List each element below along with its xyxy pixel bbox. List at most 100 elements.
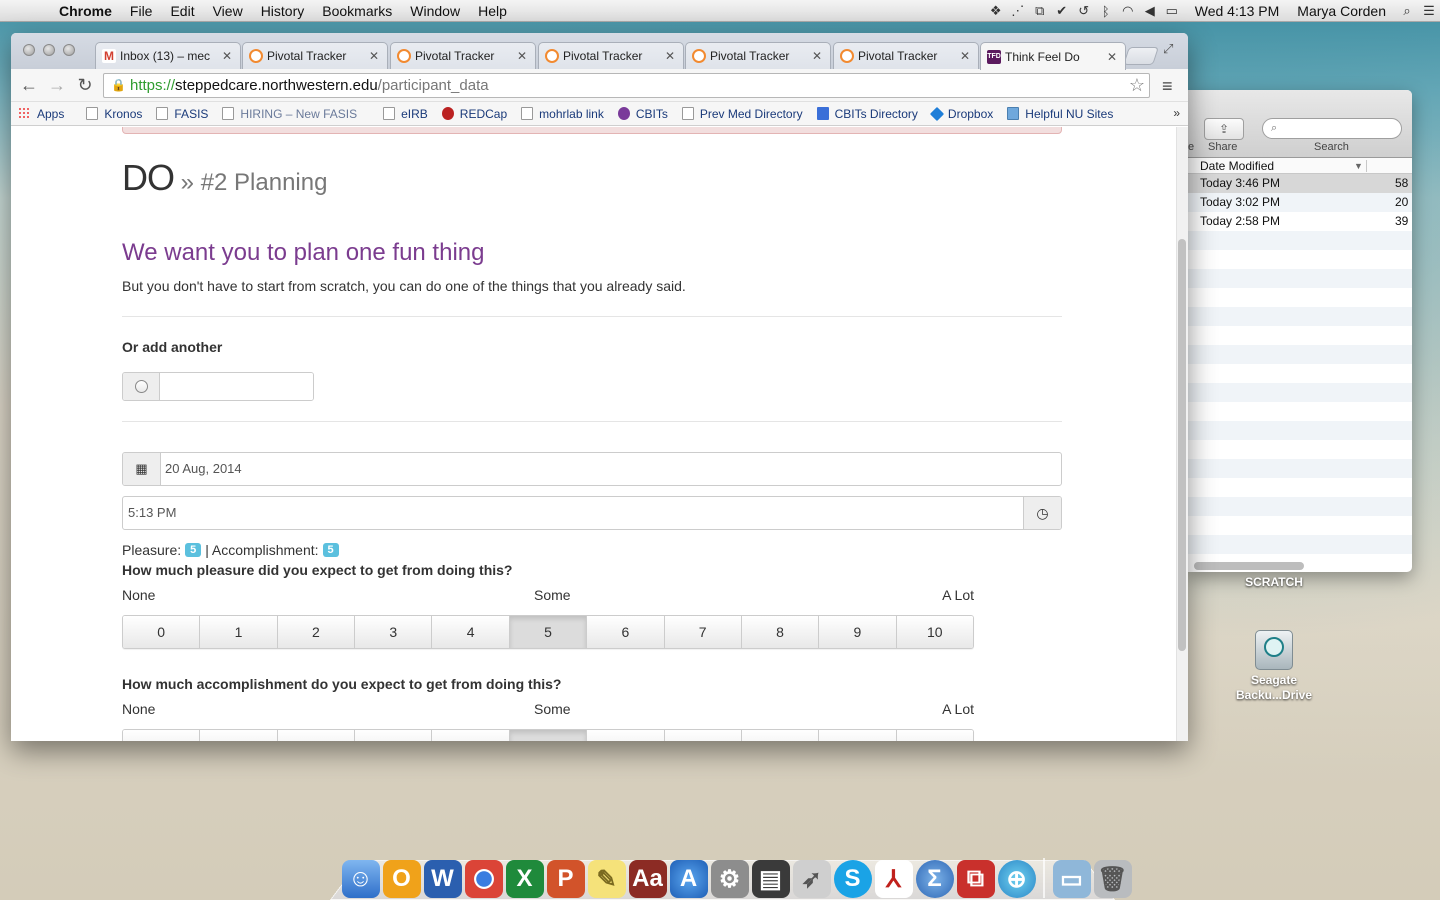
accomplishment-option-4[interactable]: 4 — [432, 730, 510, 741]
bookmark-kronos[interactable]: Kronos — [79, 107, 149, 121]
downloads-folder-icon[interactable]: ▭ — [1052, 860, 1091, 898]
accomplishment-option-8[interactable]: 8 — [741, 730, 820, 741]
close-tab-icon[interactable]: ✕ — [1107, 50, 1117, 64]
accomplishment-option-6[interactable]: 6 — [587, 730, 665, 741]
tab-gmail[interactable]: M Inbox (13) – mec ✕ — [95, 42, 241, 69]
network-globe-icon[interactable]: ⊕ — [997, 860, 1036, 898]
accomplishment-option-10[interactable]: 10 — [896, 730, 973, 741]
bookmarks-overflow-icon[interactable]: » — [1173, 106, 1180, 120]
close-tab-icon[interactable]: ✕ — [517, 49, 527, 63]
menu-app-name[interactable]: Chrome — [50, 0, 121, 22]
spotlight-search-icon[interactable]: ⌕ — [1396, 3, 1418, 19]
menu-clock[interactable]: Wed 4:13 PM — [1183, 3, 1288, 19]
address-bar[interactable]: 🔒 https://steppedcare.northwestern.edu/p… — [103, 73, 1150, 98]
menu-history[interactable]: History — [252, 0, 314, 22]
close-tab-icon[interactable]: ✕ — [665, 49, 675, 63]
tab-pivotal-tracker[interactable]: Pivotal Tracker ✕ — [833, 42, 979, 69]
add-another-radio[interactable] — [123, 373, 160, 400]
bookmark-dropbox[interactable]: Dropbox — [925, 106, 1000, 121]
word-icon[interactable]: W — [423, 860, 462, 898]
parallels-icon[interactable]: ⧉ — [956, 860, 995, 898]
wifi-icon[interactable]: ◠ — [1117, 3, 1139, 19]
menu-file[interactable]: File — [121, 0, 162, 22]
close-tab-icon[interactable]: ✕ — [960, 49, 970, 63]
menu-window[interactable]: Window — [401, 0, 469, 22]
calendar-icon[interactable]: ▦ — [123, 453, 161, 485]
forward-arrow-icon[interactable]: → — [47, 75, 67, 95]
bookmark-helpful-nu[interactable]: Helpful NU Sites — [1000, 107, 1120, 121]
bookmark-redcap[interactable]: REDCap — [435, 107, 514, 121]
accomplishment-option-0[interactable]: 0 — [123, 730, 201, 741]
dictionary-icon[interactable]: Aa — [628, 860, 667, 898]
chrome-icon[interactable] — [464, 860, 503, 898]
reload-icon[interactable]: ↻ — [75, 75, 95, 95]
bookmark-cbits[interactable]: CBITs — [611, 107, 675, 121]
accomplishment-option-7[interactable]: 7 — [664, 730, 742, 741]
stickies-icon[interactable]: ✎ — [587, 860, 626, 898]
minimize-window-button[interactable] — [43, 44, 55, 56]
finder-row[interactable]: Today 3:02 PM 20 — [1188, 193, 1412, 212]
bookmark-star-icon[interactable]: ☆ — [1129, 74, 1145, 97]
signal-status-icon[interactable]: ⋰ — [1007, 3, 1029, 19]
date-field[interactable]: ▦ 20 Aug, 2014 — [122, 452, 1062, 486]
pleasure-option-6[interactable]: 6 — [587, 616, 665, 648]
bookmark-fasis[interactable]: FASIS — [149, 107, 215, 121]
new-tab-button[interactable] — [1123, 47, 1159, 65]
finder-column-header[interactable]: Date Modified ▼ — [1188, 158, 1412, 174]
menu-bookmarks[interactable]: Bookmarks — [313, 0, 401, 22]
pleasure-option-7[interactable]: 7 — [664, 616, 742, 648]
pleasure-option-4[interactable]: 4 — [432, 616, 510, 648]
activity-monitor-icon[interactable]: ▤ — [751, 860, 790, 898]
bookmark-cbits-directory[interactable]: CBITs Directory — [810, 107, 925, 121]
menu-edit[interactable]: Edit — [161, 0, 203, 22]
finder-icon[interactable]: ☺ — [341, 860, 380, 898]
zoom-window-button[interactable] — [63, 44, 75, 56]
bluetooth-icon[interactable]: ᛒ — [1095, 4, 1117, 19]
skype-icon[interactable]: S — [833, 860, 872, 898]
notification-list-icon[interactable]: ☰ — [1418, 3, 1440, 19]
tab-pivotal-tracker[interactable]: Pivotal Tracker ✕ — [538, 42, 684, 69]
finder-share-button[interactable]: ⇪ — [1204, 118, 1244, 140]
pleasure-option-8[interactable]: 8 — [741, 616, 820, 648]
close-tab-icon[interactable]: ✕ — [222, 49, 232, 63]
tab-think-feel-do[interactable]: TFD Think Feel Do ✕ — [980, 42, 1126, 70]
finder-search-input[interactable]: ⌕ — [1262, 118, 1402, 139]
bookmark-hiring[interactable]: HIRING – New FASIS — [215, 107, 364, 121]
bookmark-prev-med[interactable]: Prev Med Directory — [675, 107, 810, 121]
trash-icon[interactable]: 🗑 — [1093, 860, 1132, 898]
menu-view[interactable]: View — [204, 0, 252, 22]
pleasure-option-1[interactable]: 1 — [200, 616, 278, 648]
outlook-icon[interactable]: O — [382, 860, 421, 898]
system-preferences-icon[interactable]: ⚙ — [710, 860, 749, 898]
desktop-icon-seagate[interactable]: Seagate Backu...Drive — [1222, 630, 1326, 703]
close-tab-icon[interactable]: ✕ — [812, 49, 822, 63]
bookmark-mohrlab[interactable]: mohrlab link — [514, 107, 611, 121]
excel-icon[interactable]: X — [505, 860, 544, 898]
back-arrow-icon[interactable]: ← — [19, 75, 39, 95]
finder-row[interactable]: Today 2:58 PM 39 — [1188, 212, 1412, 231]
tab-pivotal-tracker[interactable]: Pivotal Tracker ✕ — [242, 42, 388, 69]
pleasure-option-0[interactable]: 0 — [123, 616, 201, 648]
accomplishment-option-2[interactable]: 2 — [277, 730, 356, 741]
tab-pivotal-tracker[interactable]: Pivotal Tracker ✕ — [685, 42, 831, 69]
bookmark-eirb[interactable]: eIRB — [376, 107, 435, 121]
desktop-icon-scratch[interactable]: SCRATCH — [1228, 575, 1320, 590]
pleasure-option-5[interactable]: 5 — [509, 616, 588, 648]
time-field[interactable]: 5:13 PM ◷ — [122, 496, 1062, 530]
accomplishment-option-5[interactable]: 5 — [509, 730, 588, 741]
time-machine-icon[interactable]: ↺ — [1073, 3, 1095, 19]
finder-row[interactable]: Today 3:46 PM 58 — [1188, 174, 1412, 193]
finder-horizontal-scrollbar[interactable] — [1194, 562, 1304, 570]
clock-icon[interactable]: ◷ — [1023, 497, 1061, 529]
battery-icon[interactable]: ▭ — [1161, 3, 1183, 19]
fullscreen-icon[interactable]: ⤢ — [1163, 41, 1173, 57]
accomplishment-option-9[interactable]: 9 — [819, 730, 897, 741]
powerpoint-icon[interactable]: P — [546, 860, 585, 898]
pleasure-option-9[interactable]: 9 — [819, 616, 897, 648]
math-app-icon[interactable]: Σ — [915, 860, 954, 898]
rocket-launchpad-icon[interactable]: ➶ — [792, 860, 831, 898]
pleasure-option-10[interactable]: 10 — [896, 616, 973, 648]
chrome-menu-icon[interactable]: ≡ — [1162, 76, 1173, 97]
checkmark-status-icon[interactable]: ✔ — [1051, 3, 1073, 19]
bookmark-apps[interactable]: Apps — [11, 107, 71, 121]
